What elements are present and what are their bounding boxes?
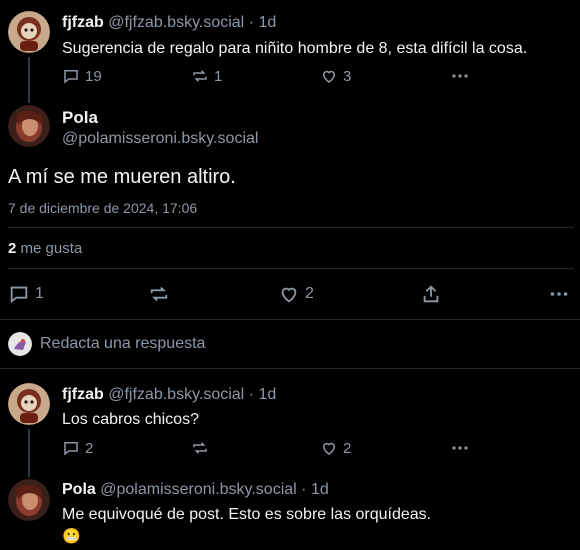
likes-summary[interactable]: 2 me gusta bbox=[8, 240, 82, 257]
focused-author-display-name[interactable]: Pola bbox=[62, 108, 98, 128]
current-user-avatar bbox=[8, 332, 32, 356]
post-timestamp[interactable]: 7 de diciembre de 2024, 17:06 bbox=[8, 200, 197, 216]
avatar-fjfzab[interactable] bbox=[8, 383, 50, 425]
reply-author-handle[interactable]: @polamisseroni.bsky.social bbox=[100, 481, 296, 498]
reply-icon bbox=[62, 439, 80, 457]
like-count: 2 bbox=[343, 439, 352, 457]
reply-text: Los cabros chicos? bbox=[62, 411, 199, 428]
focused-like-button[interactable]: 2 bbox=[278, 283, 314, 305]
more-icon bbox=[452, 446, 468, 450]
repost-count: 1 bbox=[214, 67, 223, 85]
like-button[interactable]: 2 bbox=[320, 439, 351, 457]
divider bbox=[8, 227, 574, 228]
reply-icon bbox=[62, 67, 80, 85]
reply-count: 19 bbox=[85, 67, 102, 85]
repost-icon bbox=[191, 439, 209, 457]
post-header: fjfzab @fjfzab.bsky.social · 1d bbox=[62, 14, 276, 32]
more-options-button[interactable] bbox=[450, 66, 470, 91]
share-icon bbox=[420, 283, 442, 305]
focused-repost-button[interactable] bbox=[148, 283, 170, 305]
reply-text: Me equivoqué de post. Esto es sobre las … bbox=[62, 506, 432, 523]
reply-author-handle[interactable]: @fjfzab.bsky.social bbox=[108, 386, 244, 403]
reply-count: 1 bbox=[35, 285, 44, 302]
reply-age[interactable]: 1d bbox=[258, 386, 276, 403]
thread-connector bbox=[28, 57, 30, 103]
more-icon bbox=[452, 74, 468, 78]
post-age[interactable]: 1d bbox=[258, 14, 276, 31]
reply-header: fjfzab @fjfzab.bsky.social · 1d bbox=[62, 386, 276, 404]
divider bbox=[8, 268, 574, 269]
post-text: Sugerencia de regalo para niñito hombre … bbox=[62, 40, 528, 57]
reply-count: 2 bbox=[85, 439, 94, 457]
repost-button[interactable]: 1 bbox=[191, 67, 222, 85]
reply-author-display-name[interactable]: Pola bbox=[62, 481, 96, 498]
separator-dot: · bbox=[248, 14, 255, 31]
reply-button[interactable]: 2 bbox=[62, 439, 93, 457]
focused-author-handle[interactable]: @polamisseroni.bsky.social bbox=[62, 130, 258, 148]
reply-emoji: 😬 bbox=[62, 528, 81, 545]
reply-composer-prompt[interactable]: Redacta una respuesta bbox=[40, 335, 205, 353]
more-options-button[interactable] bbox=[450, 438, 470, 463]
repost-icon bbox=[191, 67, 209, 85]
reply-author-display-name[interactable]: fjfzab bbox=[62, 386, 104, 403]
like-count: 2 bbox=[305, 285, 314, 302]
avatar-fjfzab[interactable] bbox=[8, 11, 50, 53]
like-icon bbox=[320, 439, 338, 457]
more-icon bbox=[550, 292, 568, 296]
repost-button[interactable] bbox=[191, 439, 209, 457]
focused-post-text: A mí se me mueren altiro. bbox=[8, 166, 236, 188]
likes-summary-label: me gusta bbox=[20, 240, 83, 257]
avatar-pola[interactable] bbox=[8, 105, 50, 147]
like-button[interactable]: 3 bbox=[320, 67, 351, 85]
thread-connector bbox=[28, 429, 30, 477]
repost-icon bbox=[148, 283, 170, 305]
reply-button[interactable]: 19 bbox=[62, 67, 102, 85]
like-icon bbox=[320, 67, 338, 85]
avatar-pola[interactable] bbox=[8, 479, 50, 521]
separator-dot: · bbox=[248, 386, 255, 403]
divider bbox=[0, 319, 580, 320]
focused-reply-button[interactable]: 1 bbox=[8, 283, 44, 305]
like-count: 3 bbox=[343, 67, 352, 85]
reply-age[interactable]: 1d bbox=[311, 481, 329, 498]
like-icon bbox=[278, 283, 300, 305]
likes-summary-count: 2 bbox=[8, 240, 17, 257]
divider bbox=[0, 368, 580, 369]
separator-dot: · bbox=[301, 481, 307, 498]
author-display-name[interactable]: fjfzab bbox=[62, 14, 104, 31]
reply-icon bbox=[8, 283, 30, 305]
author-handle[interactable]: @fjfzab.bsky.social bbox=[108, 14, 244, 31]
share-button[interactable] bbox=[420, 283, 442, 305]
reply-header: Pola @polamisseroni.bsky.social · 1d bbox=[62, 481, 329, 499]
focused-more-options-button[interactable] bbox=[548, 283, 570, 310]
